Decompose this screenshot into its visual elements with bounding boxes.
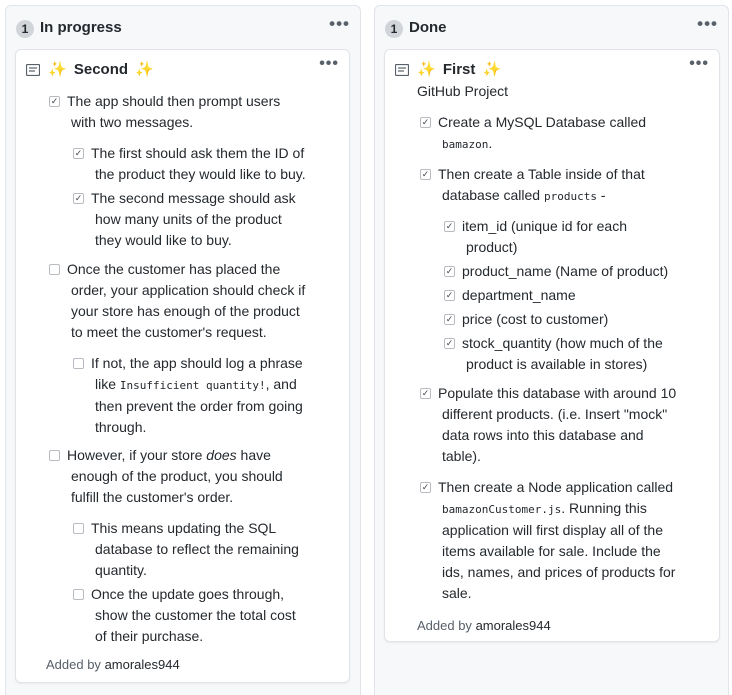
task-text: fulfill the customer's order. — [71, 489, 234, 505]
task-text: enough of the product, you should — [71, 468, 283, 484]
task-text: The app should then prompt users — [67, 93, 281, 109]
task-text: to meet the customer's request. — [71, 324, 267, 340]
card-menu-icon[interactable]: ••• — [319, 55, 339, 73]
code-snippet: bamazonCustomer.js — [442, 503, 562, 516]
author-link[interactable]: amorales944 — [476, 618, 551, 633]
task-text: items available for sale. Include the — [442, 543, 661, 559]
card-title-text: Second — [73, 61, 129, 78]
checkbox[interactable]: ✓ — [444, 314, 455, 325]
card-second[interactable]: ✨ Second ✨ ••• ✓ The app should then pro… — [15, 49, 350, 683]
column-done: 1 Done ••• ✨ First ✨ GitHub Project ••• … — [374, 5, 729, 695]
task-text: product) — [466, 239, 518, 255]
note-icon — [26, 64, 40, 76]
checkbox[interactable] — [49, 450, 60, 461]
task-text: application will first display all of th… — [442, 522, 663, 538]
checkbox[interactable]: ✓ — [73, 193, 84, 204]
task-text: different products. (i.e. Insert "mock" — [442, 406, 668, 422]
column-menu-icon[interactable]: ••• — [697, 14, 718, 34]
task-text: Create a MySQL Database called — [438, 114, 647, 130]
checkbox[interactable]: ✓ — [420, 169, 431, 180]
added-by-note: Added by amorales944 — [46, 657, 180, 672]
task-text: show the customer the total cost — [95, 607, 296, 623]
author-link[interactable]: amorales944 — [105, 657, 180, 672]
task-text: then prevent the order from going — [95, 398, 303, 414]
task-text: of their purchase. — [95, 628, 204, 644]
sparkles-icon: ✨ — [48, 61, 67, 78]
task-text: product_name (Name of product) — [462, 263, 669, 279]
checkbox[interactable]: ✓ — [420, 388, 431, 399]
task-text: The first should ask them the ID of — [91, 145, 305, 161]
task-text: order, your application should check if — [71, 282, 306, 298]
task-text: Populate this database with around 10 — [438, 385, 677, 401]
checkbox[interactable]: ✓ — [73, 148, 84, 159]
task-text: data rows into this database and — [442, 427, 644, 443]
checkbox[interactable]: ✓ — [444, 290, 455, 301]
column-title: Done — [409, 19, 447, 36]
checkbox[interactable]: ✓ — [444, 266, 455, 277]
checkbox[interactable]: ✓ — [444, 338, 455, 349]
task-text: table). — [442, 448, 481, 464]
task-text: how many units of the product — [95, 211, 282, 227]
card-menu-icon[interactable]: ••• — [689, 55, 709, 73]
task-text: bamazon. — [442, 135, 493, 151]
column-count-badge: 1 — [16, 20, 34, 38]
task-text: The second message should ask — [91, 190, 296, 206]
task-text: If not, the app should log a phrase — [91, 355, 303, 371]
task-text: through. — [95, 419, 147, 435]
checkbox[interactable] — [73, 589, 84, 600]
task-text: the product they would like to buy. — [95, 166, 306, 182]
task-text: with two messages. — [71, 114, 194, 130]
task-text: item_id (unique id for each — [462, 218, 627, 234]
task-text: bamazonCustomer.js. Running this — [442, 500, 647, 516]
code-snippet: bamazon — [442, 138, 489, 151]
added-by-note: Added by amorales944 — [417, 618, 551, 633]
task-text: However, if your store does have — [67, 447, 271, 463]
card-subtitle: GitHub Project — [417, 83, 509, 99]
task-text: sale. — [442, 585, 472, 601]
column-in-progress: 1 In progress ••• ✨ Second ✨ ••• ✓ The a… — [5, 5, 361, 695]
task-text: This means updating the SQL — [91, 520, 277, 536]
checkbox[interactable]: ✓ — [420, 117, 431, 128]
task-text: Then create a Table inside of that — [438, 166, 645, 182]
task-text: price (cost to customer) — [462, 311, 609, 327]
checkbox[interactable]: ✓ — [420, 482, 431, 493]
card-title[interactable]: ✨ First ✨ — [417, 60, 501, 78]
column-header: 1 In progress ••• — [16, 14, 350, 39]
task-text: quantity. — [95, 562, 147, 578]
column-count-badge: 1 — [385, 20, 403, 38]
task-text: department_name — [462, 287, 576, 303]
task-text: Once the customer has placed the — [67, 261, 281, 277]
task-text: product is available in stores) — [466, 356, 648, 372]
task-text: stock_quantity (how much of the — [462, 335, 663, 351]
task-text: they would like to buy. — [95, 232, 232, 248]
task-text: like Insufficient quantity!, and — [95, 376, 297, 392]
column-title: In progress — [40, 19, 122, 36]
code-snippet: Insufficient quantity! — [119, 379, 266, 392]
checkbox[interactable] — [73, 523, 84, 534]
checkbox[interactable] — [49, 264, 60, 275]
sparkles-icon: ✨ — [482, 61, 502, 78]
card-first[interactable]: ✨ First ✨ GitHub Project ••• ✓ Create a … — [384, 49, 720, 642]
task-text: ids, names, and prices of products for — [442, 564, 676, 580]
task-text: your store has enough of the product — [71, 303, 300, 319]
sparkles-icon: ✨ — [135, 61, 154, 78]
column-header: 1 Done ••• — [385, 14, 718, 39]
task-text: database called products - — [442, 187, 606, 203]
checkbox[interactable]: ✓ — [49, 96, 60, 107]
sparkles-icon: ✨ — [417, 61, 436, 78]
task-text: database to reflect the remaining — [95, 541, 299, 557]
checkbox[interactable]: ✓ — [444, 221, 455, 232]
code-snippet: products — [543, 190, 597, 203]
task-text: Then create a Node application called — [438, 479, 674, 495]
checkbox[interactable] — [73, 358, 84, 369]
column-menu-icon[interactable]: ••• — [329, 14, 350, 34]
task-text: Once the update goes through, — [91, 586, 285, 602]
note-icon — [395, 64, 409, 76]
card-title-text: First — [442, 61, 476, 78]
card-title[interactable]: ✨ Second ✨ — [48, 60, 154, 78]
